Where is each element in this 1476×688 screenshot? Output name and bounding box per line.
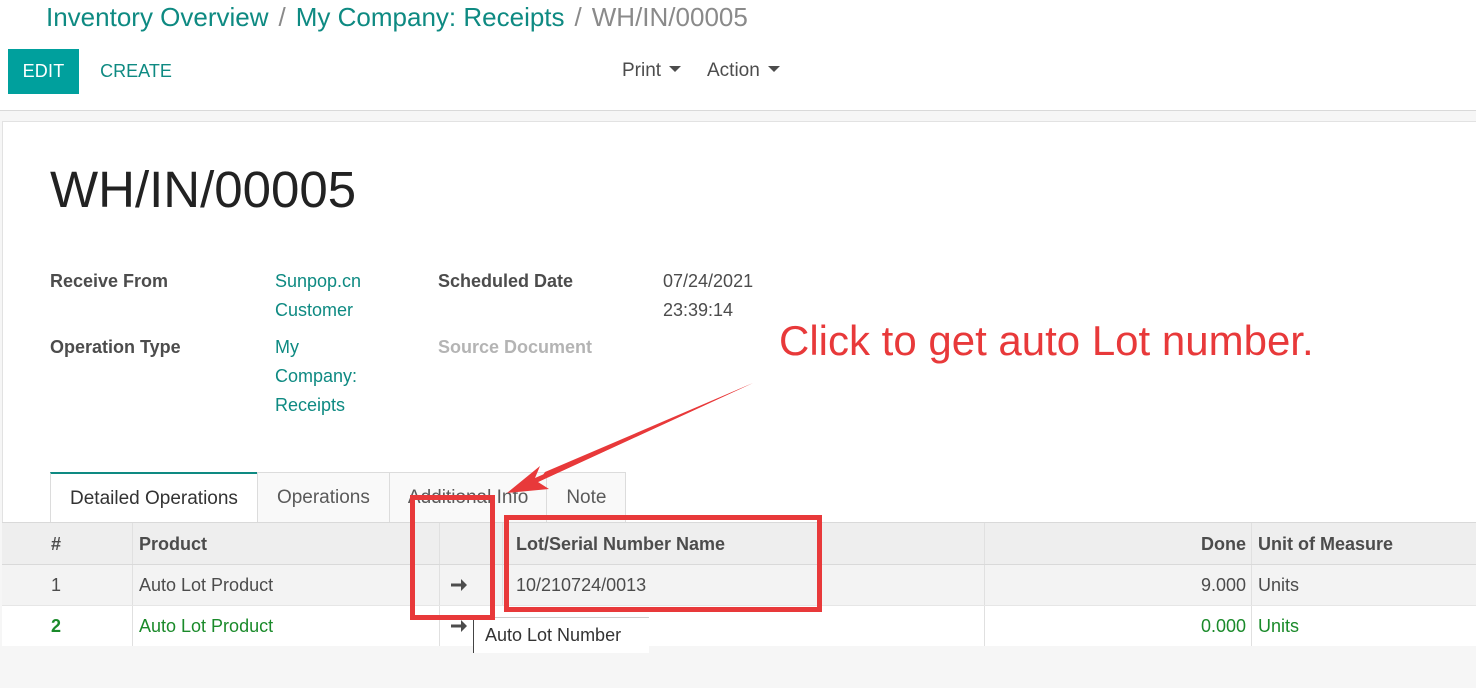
annotation-arrow-shaft — [538, 383, 753, 482]
annotation-arrow-icon — [507, 383, 753, 493]
